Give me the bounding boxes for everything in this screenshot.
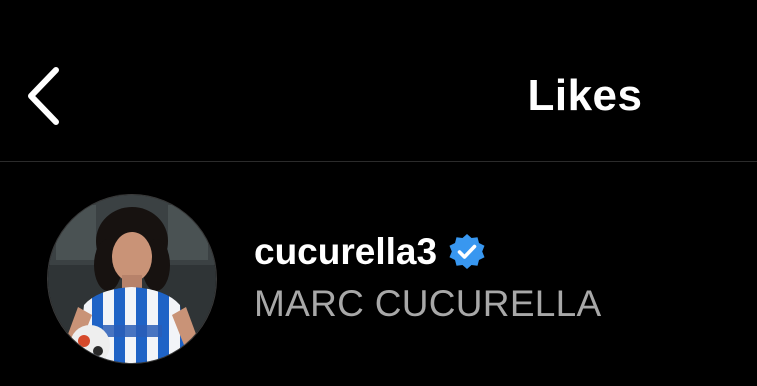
header-bar: Likes — [0, 0, 757, 161]
page-title: Likes — [527, 71, 643, 120]
username-line: cucurella3 — [254, 230, 487, 274]
profile-photo — [48, 195, 216, 363]
username[interactable]: cucurella3 — [254, 230, 437, 274]
avatar[interactable] — [48, 195, 216, 363]
full-name: MARC CUCURELLA — [254, 283, 602, 324]
verified-badge-icon — [449, 234, 485, 269]
list-item-user[interactable]: cucurella3 MARC CUCURELLA — [0, 162, 757, 386]
back-button[interactable] — [18, 60, 74, 132]
chevron-left-icon — [28, 67, 59, 125]
